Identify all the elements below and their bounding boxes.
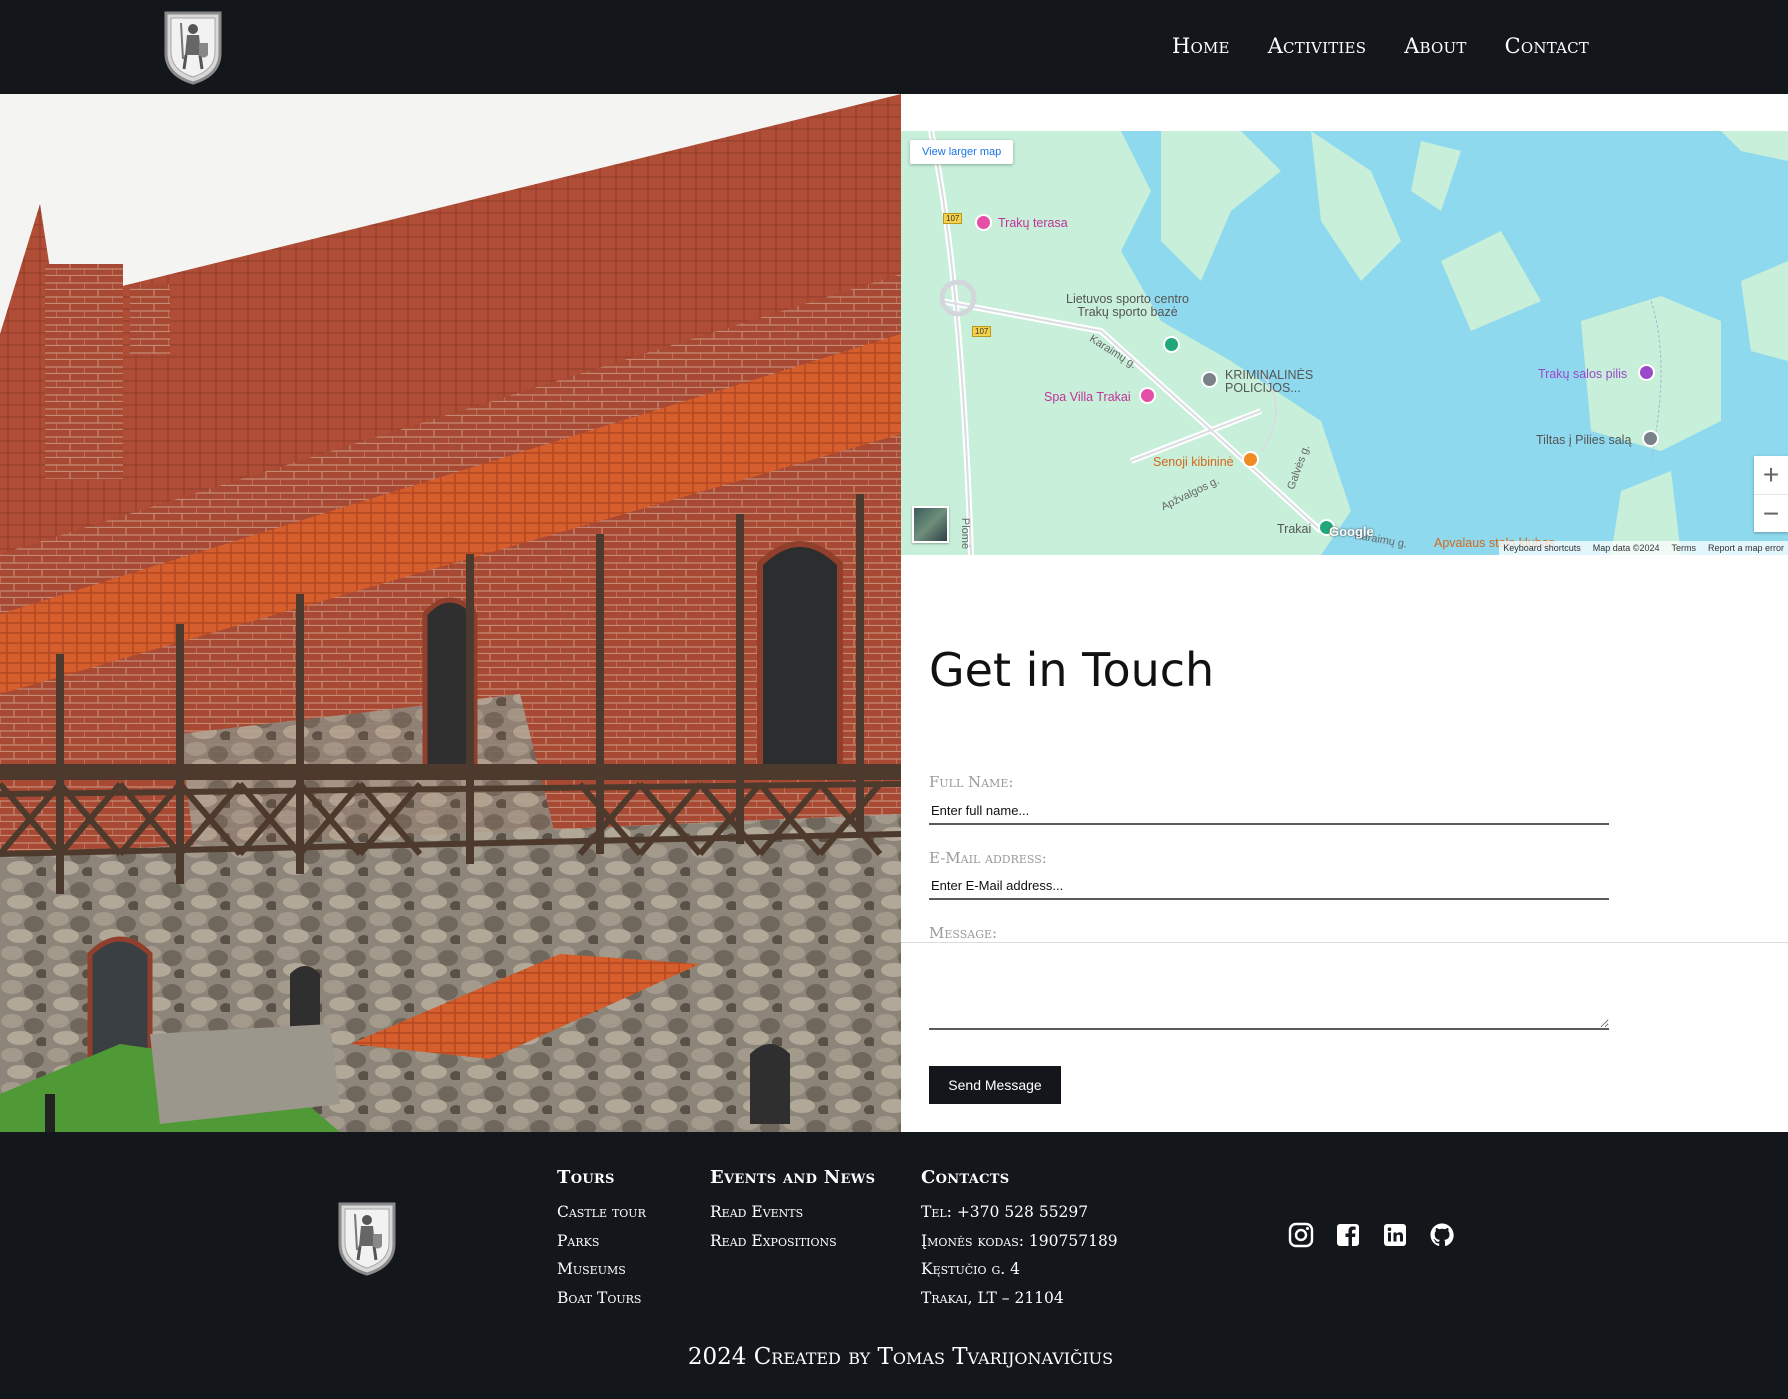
footer-link-castle-tour[interactable]: Castle tour xyxy=(557,1198,646,1227)
footer-street-address: Kęstučio g. 4 xyxy=(921,1260,1020,1278)
footer-tours-column: Tours Castle tour Parks Museums Boat Tou… xyxy=(557,1167,646,1312)
hotel-pin-icon[interactable] xyxy=(1139,387,1156,404)
zoom-controls: + − xyxy=(1754,456,1788,532)
page-title: Get in Touch xyxy=(929,643,1215,697)
message-textarea[interactable] xyxy=(929,945,1609,1030)
place-kriminalines-policijos[interactable]: KRIMINALINĖS POLICIJOS... xyxy=(1225,369,1313,395)
footer-contacts-heading: Contacts xyxy=(921,1167,1010,1188)
hotel-pin-icon[interactable] xyxy=(975,214,992,231)
email-input[interactable] xyxy=(929,872,1609,900)
place-spa-villa-trakai[interactable]: Spa Villa Trakai xyxy=(1044,391,1131,404)
footer-link-museums[interactable]: Museums xyxy=(557,1255,646,1284)
place-trakai[interactable]: Trakai xyxy=(1277,523,1311,536)
nav-about[interactable]: About xyxy=(1404,34,1466,58)
full-name-input[interactable] xyxy=(929,797,1609,825)
police-pin-icon[interactable] xyxy=(1201,371,1218,388)
instagram-icon[interactable] xyxy=(1288,1222,1314,1248)
castle-knight-logo[interactable] xyxy=(336,1200,398,1276)
footer-link-read-events[interactable]: Read Events xyxy=(710,1198,875,1227)
message-label: Message: xyxy=(929,924,998,942)
map-attribution: Keyboard shortcuts Map data ©2024 Terms … xyxy=(1499,541,1788,555)
castle-pin-icon[interactable] xyxy=(1638,364,1655,381)
zoom-out-button[interactable]: − xyxy=(1754,494,1788,532)
form-divider xyxy=(901,942,1788,943)
email-label: E-Mail address: xyxy=(929,849,1047,867)
footer-link-read-expositions[interactable]: Read Expositions xyxy=(710,1227,875,1256)
site-header: Home Activities About Contact xyxy=(0,0,1788,94)
road-number-badge: 107 xyxy=(943,213,963,224)
main-nav: Home Activities About Contact xyxy=(1172,34,1589,58)
site-footer: Tours Castle tour Parks Museums Boat Tou… xyxy=(0,1132,1788,1399)
satellite-toggle-button[interactable] xyxy=(912,506,949,543)
footer-contacts-column: Contacts Tel: +370 528 55297 Įmonės koda… xyxy=(921,1167,1118,1312)
castle-knight-logo[interactable] xyxy=(162,9,224,85)
view-larger-map-button[interactable]: View larger map xyxy=(910,140,1014,164)
nav-home[interactable]: Home xyxy=(1172,34,1230,58)
bridge-pin-icon[interactable] xyxy=(1642,430,1659,447)
footer-events-heading: Events and News xyxy=(710,1167,876,1188)
social-links xyxy=(1288,1222,1455,1248)
place-tiltas[interactable]: Tiltas į Pilies salą xyxy=(1536,434,1631,447)
google-logo: Google xyxy=(1329,524,1374,539)
footer-phone: Tel: +370 528 55297 xyxy=(921,1203,1089,1221)
street-plome: Plomė xyxy=(959,517,972,550)
footer-tours-heading: Tours xyxy=(557,1167,615,1188)
google-map[interactable]: View larger map 107 107 Trakų terasa Lie… xyxy=(901,131,1788,555)
keyboard-shortcuts-link[interactable]: Keyboard shortcuts xyxy=(1503,543,1581,553)
zoom-in-button[interactable]: + xyxy=(1754,456,1788,494)
sport-pin-icon[interactable] xyxy=(1163,336,1180,353)
road-number-badge: 107 xyxy=(972,326,992,337)
map-data-text: Map data ©2024 xyxy=(1592,543,1660,553)
castle-photo xyxy=(0,94,901,1132)
place-sporto-baze[interactable]: Lietuvos sporto centro Trakų sporto bazė xyxy=(1066,293,1189,319)
copyright-text: 2024 Created by Tomas Tvarijonavičius xyxy=(687,1344,1114,1370)
terms-link[interactable]: Terms xyxy=(1671,543,1696,553)
footer-city-address: Trakai, LT – 21104 xyxy=(921,1288,1064,1307)
place-traku-terasa[interactable]: Trakų terasa xyxy=(998,217,1068,230)
linkedin-icon[interactable] xyxy=(1382,1222,1408,1248)
github-icon[interactable] xyxy=(1429,1222,1455,1248)
footer-link-parks[interactable]: Parks xyxy=(557,1227,646,1256)
footer-link-boat-tours[interactable]: Boat Tours xyxy=(557,1284,646,1313)
report-map-error-link[interactable]: Report a map error xyxy=(1708,543,1784,553)
footer-events-column: Events and News Read Events Read Exposit… xyxy=(710,1167,875,1255)
restaurant-pin-icon[interactable] xyxy=(1242,451,1259,468)
place-senoji-kibinine[interactable]: Senoji kibininė xyxy=(1153,456,1234,469)
nav-contact[interactable]: Contact xyxy=(1505,34,1589,58)
send-message-button[interactable]: Send Message xyxy=(929,1066,1061,1104)
full-name-label: Full Name: xyxy=(929,773,1014,791)
facebook-icon[interactable] xyxy=(1335,1222,1361,1248)
place-traku-salos-pilis[interactable]: Trakų salos pilis xyxy=(1538,368,1627,381)
footer-company-code: Įmonės kodas: 190757189 xyxy=(921,1231,1118,1250)
nav-activities[interactable]: Activities xyxy=(1268,34,1367,58)
